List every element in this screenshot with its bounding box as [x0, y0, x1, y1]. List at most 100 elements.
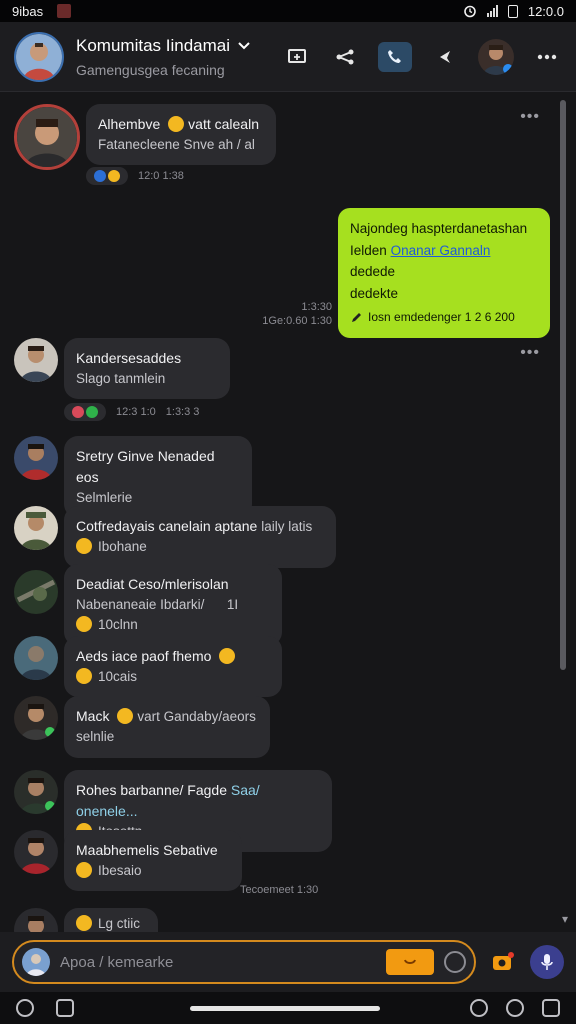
sender-avatar[interactable] — [14, 104, 80, 170]
pin-button[interactable] — [430, 42, 460, 72]
message-text: Lg ctiic — [98, 916, 141, 931]
status-bar: 9ibas 12:0.0 — [0, 0, 576, 22]
battery-icon — [507, 4, 518, 18]
message-text-suffix: 1I — [226, 597, 239, 612]
screen-share-button[interactable] — [282, 42, 312, 72]
message-input[interactable]: Apoa / kemearke — [60, 954, 376, 971]
sent-link[interactable]: Onanar Gannaln — [391, 243, 491, 258]
microphone-icon — [541, 954, 553, 970]
reaction-badge[interactable] — [64, 403, 106, 422]
more-options-button[interactable] — [532, 42, 562, 72]
message-item[interactable]: Alhembve vatt calealn Fatanecleene Snve … — [14, 104, 276, 186]
sent-message-bubble[interactable]: Najondeg haspterdanetashan Ielden Onanar… — [338, 208, 550, 338]
smile-icon — [404, 959, 416, 964]
message-bubble[interactable]: Lg ctiic — [64, 908, 158, 932]
message-text: 10cais — [98, 669, 138, 684]
message-bubble[interactable]: Aeds iace paof fhemo 10cais — [64, 636, 282, 698]
sender-avatar[interactable] — [14, 338, 58, 382]
nav-mail-icon[interactable] — [542, 999, 560, 1017]
sender-name: Mack — [76, 708, 110, 724]
emoji-icon — [219, 648, 236, 664]
chat-subtitle: Gamengusgea fecaning — [76, 61, 225, 78]
message-item[interactable]: Mack vart Gandaby/aeors selnlie — [14, 696, 270, 758]
user-avatar[interactable] — [478, 38, 514, 75]
system-nav-bar — [0, 992, 576, 1024]
reaction-badge[interactable] — [86, 167, 128, 186]
nav-apps-icon[interactable] — [56, 999, 74, 1017]
chat-title-block[interactable]: Komumitas Iindamai Gamengusgea fecaning — [76, 36, 250, 78]
voice-call-button[interactable] — [378, 41, 412, 72]
message-bubble[interactable]: Maabhemelis Sebative Ibesaio — [64, 830, 242, 892]
sent-line-3: dedede — [350, 264, 396, 280]
media-button[interactable] — [490, 949, 516, 975]
voice-message-button[interactable] — [530, 945, 564, 979]
message-list[interactable]: ▾ Alhembve vatt calealn Fatanecleene Snv… — [0, 92, 576, 932]
message-item[interactable]: Aeds iace paof fhemo 10cais — [14, 636, 282, 698]
message-item[interactable]: Kandersesaddes Slago tanmlein 12:3 1:0 1… — [14, 338, 230, 422]
message-bubble[interactable]: Kandersesaddes Slago tanmlein — [64, 338, 230, 400]
sender-avatar[interactable] — [14, 830, 58, 874]
emoji-icon — [168, 116, 185, 132]
home-indicator[interactable] — [190, 1006, 380, 1011]
chat-title: Komumitas Iindamai — [76, 35, 231, 55]
sender-avatar[interactable] — [14, 908, 58, 932]
nav-camera-icon[interactable] — [470, 999, 488, 1017]
sender-name: Aeds iace paof fhemo — [76, 648, 212, 664]
message-name-suffix: vatt calealn — [188, 116, 259, 132]
emoji-icon — [76, 862, 92, 878]
sender-name: Maabhemelis Sebative — [76, 842, 218, 858]
message-time: Tecoemeet 1:30 — [240, 884, 319, 896]
sender-avatar[interactable] — [14, 696, 58, 740]
composer-avatar[interactable] — [22, 948, 50, 976]
sender-name: Deadiat Ceso/mlerisolan — [76, 576, 229, 592]
message-name-suffix: vart Gandaby/aeors — [137, 709, 256, 724]
sender-avatar[interactable] — [14, 770, 58, 814]
message-time: 12:3 1:0 — [116, 406, 156, 419]
scroll-down-icon[interactable]: ▾ — [562, 912, 568, 926]
more-horizontal-icon — [537, 54, 557, 59]
share-button[interactable] — [330, 42, 360, 72]
sender-avatar[interactable] — [14, 506, 58, 550]
message-item[interactable]: Deadiat Ceso/mlerisolan Nabenaneaie Ibda… — [14, 564, 282, 646]
nav-clock-icon[interactable] — [506, 999, 524, 1017]
message-name-suffix: laily latis — [261, 519, 313, 534]
sender-avatar[interactable] — [14, 436, 58, 480]
message-item[interactable]: Lg ctiic — [14, 908, 158, 932]
pin-icon — [440, 50, 450, 63]
emoji-picker-button[interactable] — [386, 949, 434, 975]
emoji-icon — [76, 915, 92, 931]
notification-app-icon — [57, 4, 72, 18]
sent-time-top: 1:3:30 — [301, 301, 332, 313]
status-time: 12:0.0 — [527, 3, 564, 19]
message-text: Slago tanmlein — [76, 371, 166, 386]
chevron-down-icon[interactable] — [238, 41, 250, 50]
share-icon — [336, 49, 354, 64]
message-options-icon[interactable]: ••• — [520, 108, 540, 126]
message-options-icon[interactable]: ••• — [520, 344, 540, 362]
sender-name: Cotfredayais canelain aptane — [76, 518, 258, 534]
message-bubble[interactable]: Alhembve vatt calealn Fatanecleene Snve … — [86, 104, 276, 166]
message-text: Fatanecleene Snve ah / al — [98, 137, 255, 152]
emoji-icon — [117, 708, 134, 724]
group-avatar[interactable] — [14, 31, 64, 82]
sender-avatar[interactable] — [14, 636, 58, 680]
message-item[interactable]: Cotfredayais canelain aptane laily latis… — [14, 506, 336, 568]
message-item[interactable]: Maabhemelis Sebative Ibesaio — [14, 830, 242, 892]
message-bubble[interactable]: Mack vart Gandaby/aeors selnlie — [64, 696, 270, 758]
nav-home-icon[interactable] — [16, 999, 34, 1017]
attach-button[interactable] — [444, 951, 466, 973]
sender-avatar[interactable] — [14, 570, 58, 614]
signal-icon — [486, 5, 498, 17]
phone-icon — [388, 49, 401, 63]
message-bubble[interactable]: Deadiat Ceso/mlerisolan Nabenaneaie Ibda… — [64, 564, 282, 646]
pencil-icon — [352, 312, 361, 322]
sent-time-bottom: 1Ge:0.60 1:30 — [262, 315, 332, 328]
sent-line-2: Ielden — [350, 242, 387, 258]
message-input-box[interactable]: Apoa / kemearke — [12, 940, 476, 984]
scrollbar[interactable] — [560, 100, 566, 670]
status-left-text: 9ibas — [12, 3, 44, 19]
composer: Apoa / kemearke — [0, 932, 576, 992]
message-text: selnlie — [76, 729, 115, 745]
sent-time: 1:3:30 1Ge:0.60 1:30 — [262, 300, 332, 329]
message-bubble[interactable]: Cotfredayais canelain aptane laily latis… — [64, 506, 336, 568]
